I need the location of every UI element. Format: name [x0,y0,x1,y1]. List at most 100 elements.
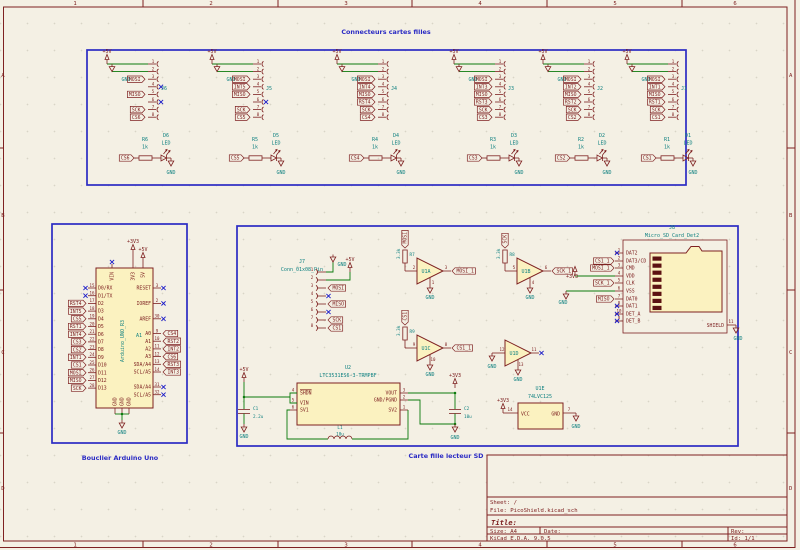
buffer-u1d[interactable]: U1DGND121113GND [487,340,543,383]
arduino-uno-symbol[interactable]: Arduino_UNO_R3A115D0/RX16D1/TX17D2RST418… [68,239,180,436]
net-label-CS1[interactable]: CS1 [641,155,656,162]
connector-j3[interactable]: 12345678+5VGNDMOSIINT3MISORST3SCKCS3J3 [449,49,514,121]
connector-j5[interactable]: 12345678+5VGNDMOSIINT5MISOSCKCS5J5 [207,49,272,121]
net-label-INT5[interactable]: INT5 [68,308,86,315]
net-label-CS6[interactable]: CS6 [119,155,134,162]
net-label-INT3[interactable]: INT3 [163,369,181,376]
net-label-MISO[interactable]: MISO [232,91,250,98]
net-label-RST3[interactable]: RST3 [163,361,181,368]
net-label-MOSI_1[interactable]: MOSI_1 [591,265,614,272]
regulator-u2[interactable]: U2LTC3531ES6-3-TRMPBF4SHDN5VIN6SV13VOUT2… [238,365,472,441]
sd-card-j8[interactable]: J8Micro_SD_Card_Det21DAT22DAT3/CDCS1_13C… [558,225,742,342]
pin-number: 1 [588,59,591,64]
net-label-CS6[interactable]: CS6 [163,353,178,360]
net-label-INT1[interactable]: INT1 [647,84,665,91]
net-label-CS2[interactable]: CS2 [555,155,570,162]
net-label-MOSI[interactable]: MOSI [647,76,665,83]
net-label-MOSI[interactable]: MOSI [563,76,581,83]
net-label-MISO[interactable]: MISO [474,91,492,98]
buffer-u1a[interactable]: U1AMOSI3.3kR723MOSI_11GND [396,230,475,301]
net-label-CS6[interactable]: CS6 [130,114,145,121]
pin-number: 7 [588,104,591,109]
connector-j2[interactable]: 12345678+5VGNDMOSIINT2MISORST2SCKCS2J2 [538,49,603,121]
net-label-INT5[interactable]: INT5 [232,84,250,91]
net-label-MOSI[interactable]: MOSI [68,370,86,377]
pin-number: 8 [382,112,385,117]
net-label-CS1[interactable]: CS1 [71,362,86,369]
net-label-SCK[interactable]: SCK [650,106,665,113]
net-label-CS3[interactable]: CS3 [467,155,482,162]
ic-u1e[interactable]: U1E74LVC125+3V314VCCGND7GND [497,386,581,430]
connector-j6[interactable]: 12345678+5VGNDMOSIMISOSCKCS6J6 [102,49,167,121]
net-label-RST4[interactable]: RST4 [357,99,375,106]
net-label-MISO[interactable]: MISO [563,91,581,98]
net-label-CS5[interactable]: CS5 [229,155,244,162]
net-label-MISO[interactable]: MISO [647,91,665,98]
net-label-RST1[interactable]: RST1 [68,323,86,330]
net-label-SCK[interactable]: SCK [235,106,250,113]
net-label-CS1_1[interactable]: CS1_1 [594,258,615,265]
net-label-CS3[interactable]: CS3 [477,114,492,121]
no-connect-icon [161,393,165,397]
net-label-SCK[interactable]: SCK [502,233,509,248]
net-label-MISO[interactable]: MISO [127,91,145,98]
buffer-u1c[interactable]: U1CCS13.3kR998CS1_110GND [396,310,473,378]
net-label-INT4[interactable]: INT4 [357,84,375,91]
net-label-CS4[interactable]: CS4 [349,155,364,162]
led-chain-d1[interactable]: CS1R11kD1LEDGND [641,133,697,176]
net-label-INT4[interactable]: INT4 [68,331,86,338]
pin-number: 18 [90,306,95,311]
led-chain-d4[interactable]: CS4R41kD4LEDGND [349,133,405,176]
connector-j7[interactable]: J7Conn_01x08_Pin1GND2+5V3MOSI45MISO67SCK… [281,255,355,332]
net-label-CS4[interactable]: CS4 [163,330,178,337]
net-label-MOSI[interactable]: MOSI [328,285,346,292]
buffer-u1b[interactable]: U1BSCK3.3kR856SCK_14GND [496,233,573,301]
net-label-CS1[interactable]: CS1 [328,325,343,332]
led-chain-d2[interactable]: CS2R21kD2LEDGND [555,133,611,176]
net-label-INT2[interactable]: INT2 [563,84,581,91]
connector-j4[interactable]: 12345678+5VGNDMOSIINT4MISORST4SCKCS4J4 [332,49,397,121]
net-label-CS2[interactable]: CS2 [566,114,581,121]
net-label-RST1[interactable]: RST1 [647,99,665,106]
pin-name: RESET [137,286,152,292]
pin-number: 6 [545,265,548,270]
net-label-RST3[interactable]: RST3 [474,99,492,106]
net-label-MOSI[interactable]: MOSI [357,76,375,83]
net-label-MOSI_1[interactable]: MOSI_1 [452,268,475,275]
net-label-MISO[interactable]: MISO [596,296,614,303]
net-label-RST2[interactable]: RST2 [563,99,581,106]
net-label-CS3[interactable]: CS3 [71,339,86,346]
net-label-CS1[interactable]: CS1 [402,310,409,325]
net-label-SCK[interactable]: SCK [360,106,375,113]
net-label-MISO[interactable]: MISO [357,91,375,98]
net-label-INT3[interactable]: INT3 [474,84,492,91]
net-label-INT1[interactable]: INT1 [68,354,86,361]
net-label-CS1[interactable]: CS1 [650,114,665,121]
led-chain-d3[interactable]: CS3R31kD3LEDGND [467,133,523,176]
net-label-SCK[interactable]: SCK [130,106,145,113]
net-label-CS1_1[interactable]: CS1_1 [452,345,473,352]
net-label-RST4[interactable]: RST4 [68,300,86,307]
net-label-MISO[interactable]: MISO [68,377,86,384]
net-label-CS5[interactable]: CS5 [235,114,250,121]
led-chain-d5[interactable]: CS5R51kD5LEDGND [229,133,285,176]
net-label-INT2[interactable]: INT2 [163,346,181,353]
net-label-SCK[interactable]: SCK [477,106,492,113]
net-label-MISO[interactable]: MISO [328,301,346,308]
net-label-MOSI[interactable]: MOSI [232,76,250,83]
net-label-MOSI[interactable]: MOSI [127,76,145,83]
net-label-SCK_1[interactable]: SCK_1 [594,280,615,287]
net-label-SCK[interactable]: SCK [566,106,581,113]
net-label-MOSI[interactable]: MOSI [474,76,492,83]
net-label-MOSI[interactable]: MOSI [402,230,409,248]
net-label-RST2[interactable]: RST2 [163,338,181,345]
net-label-SCK[interactable]: SCK [328,317,343,324]
net-label-SCK[interactable]: SCK [71,385,86,392]
net-label-CS2[interactable]: CS2 [71,346,86,353]
net-label-CS4[interactable]: CS4 [360,114,375,121]
pin-number: 7 [311,315,314,320]
led-chain-d6[interactable]: CS6R61kD6LEDGND [119,133,175,176]
connector-j1[interactable]: 12345678+5VGNDMOSIINT1MISORST1SCKCS1J1 [622,49,687,121]
net-label-CS5[interactable]: CS5 [71,316,86,323]
text: CS1 [333,326,342,332]
